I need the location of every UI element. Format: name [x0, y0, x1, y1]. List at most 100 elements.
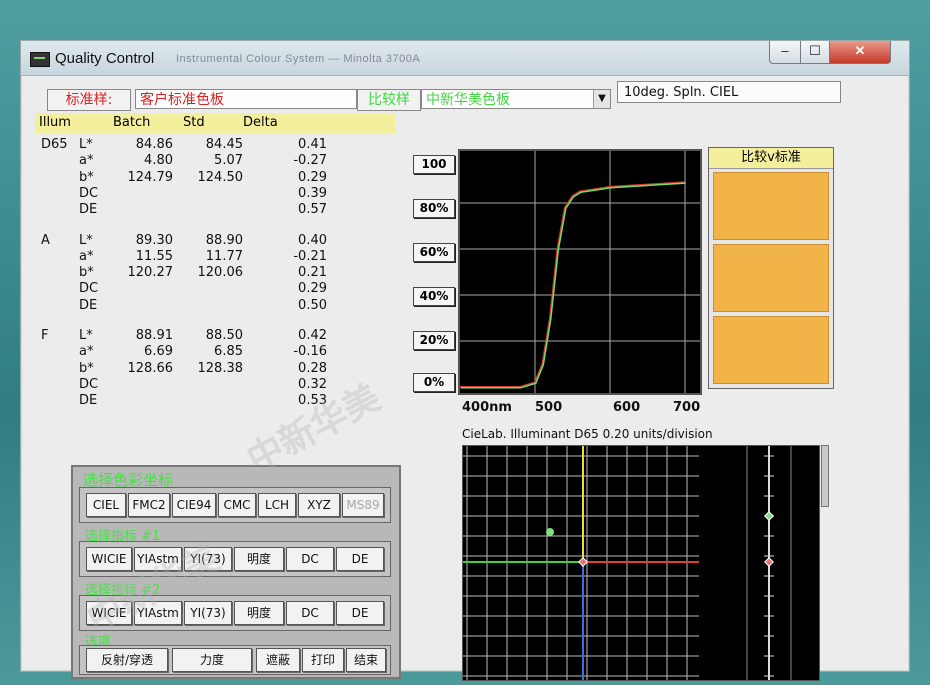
standard-value-field[interactable]: 客户标准色板	[135, 89, 357, 109]
table-cell-param: L*	[79, 137, 93, 152]
index1-group: WICIE YIAstm YI(73) 明度 DC DE	[79, 541, 391, 577]
color-space-ms89-button[interactable]: MS89	[342, 493, 384, 517]
illuminant-label: F	[41, 328, 49, 343]
table-cell-param: a*	[79, 248, 94, 264]
strength-button[interactable]: 力度	[172, 648, 252, 672]
exit-button[interactable]: 结束	[346, 648, 386, 672]
table-cell-delta: -0.16	[293, 344, 327, 360]
index2-yi73-button[interactable]: YI(73)	[184, 601, 232, 625]
close-button[interactable]: ✕	[829, 41, 891, 64]
table-cell-param: DC	[79, 376, 99, 392]
client-area: 标准样: 客户标准色板 比较样 中新华美色板 ▼ 10deg. Spln. CI…	[25, 77, 905, 681]
table-cell-param: b*	[79, 360, 94, 376]
standard-point-marker	[578, 557, 588, 567]
standard-lightness-marker	[764, 557, 774, 567]
table-cell-batch: 128.66	[127, 360, 174, 376]
y-scale-button-20[interactable]: 20%	[413, 331, 455, 350]
color-space-xyz-button[interactable]: XYZ	[298, 493, 340, 517]
dropdown-arrow-icon[interactable]: ▼	[593, 90, 610, 108]
title-bar[interactable]: Quality Control Instrumental Colour Syst…	[21, 41, 909, 76]
table-cell-delta: -0.27	[293, 153, 327, 169]
index1-dc-button[interactable]: DC	[286, 547, 334, 571]
compare-select[interactable]: 中新华美色板 ▼	[421, 89, 611, 109]
index1-yiastm-button[interactable]: YIAstm	[134, 547, 182, 571]
spectral-chart-svg	[460, 151, 700, 393]
table-cell-param: b*	[79, 169, 94, 185]
x-label-500: 500	[535, 400, 563, 415]
table-cell-param: DE	[79, 393, 98, 409]
cielab-plot-svg	[463, 446, 792, 680]
table-header: Illum Batch Std Delta	[35, 113, 395, 133]
table-cell-param: DC	[79, 281, 99, 297]
reflect-transmit-button[interactable]: 反射/穿透	[86, 648, 168, 672]
table-cell-delta: 0.50	[298, 297, 327, 313]
index1-yi73-button[interactable]: YI(73)	[184, 547, 232, 571]
table-cell-std: 5.07	[214, 153, 243, 169]
color-space-lch-button[interactable]: LCH	[258, 493, 296, 517]
x-label-700: 700	[673, 400, 701, 415]
table-cell-delta: 0.42	[298, 328, 327, 343]
index2-wicie-button[interactable]: WICIE	[86, 601, 132, 625]
options-group: 反射/穿透 力度 遮蔽 打印 结束	[79, 645, 391, 675]
table-cell-delta: 0.57	[298, 202, 327, 218]
table-cell-param: b*	[79, 265, 94, 281]
table-cell-std: 6.85	[214, 344, 243, 360]
table-cell-batch: 124.79	[127, 169, 174, 185]
table-cell-delta: 0.41	[298, 137, 327, 152]
plot-scrollbar[interactable]	[821, 445, 829, 507]
table-cell-param: DE	[79, 297, 98, 313]
table-cell-batch: 6.69	[144, 344, 173, 360]
table-cell-delta: 0.29	[298, 281, 327, 297]
color-space-cie94-button[interactable]: CIE94	[172, 493, 216, 517]
batch-reflectance-curve	[460, 182, 686, 389]
cie-plot-caption: CieLab. Illuminant D65 0.20 units/divisi…	[462, 427, 713, 441]
table-cell-param: DE	[79, 202, 98, 218]
table-cell-batch: 4.80	[144, 153, 173, 169]
table-cell-delta: 0.40	[298, 232, 327, 248]
minimize-button[interactable]: –	[769, 41, 801, 64]
illuminant-field[interactable]: 10deg. Spln. CIEL	[617, 81, 841, 103]
illuminant-label: D65	[41, 137, 68, 152]
control-panel: 选择色彩坐标 CIEL FMC2 CIE94 CMC LCH XYZ MS89 …	[71, 465, 401, 679]
table-cell-delta: 0.21	[298, 265, 327, 281]
maximize-button[interactable]: ☐	[800, 41, 830, 64]
table-cell-delta: 0.53	[298, 393, 327, 409]
index1-lightness-button[interactable]: 明度	[234, 547, 284, 571]
index1-de-button[interactable]: DE	[336, 547, 384, 571]
index2-de-button[interactable]: DE	[336, 601, 384, 625]
table-cell-std: 128.38	[197, 360, 244, 376]
table-cell-param: a*	[79, 153, 94, 169]
index2-dc-button[interactable]: DC	[286, 601, 334, 625]
color-swatch-top	[713, 172, 829, 240]
color-space-cmc-button[interactable]: CMC	[218, 493, 256, 517]
compare-swatch-panel: 比较v标准	[708, 147, 834, 389]
y-scale-button-80[interactable]: 80%	[413, 199, 455, 218]
app-icon	[30, 52, 50, 67]
table-cell-delta: 0.28	[298, 360, 327, 376]
color-space-ciel-button[interactable]: CIEL	[86, 493, 126, 517]
illuminant-label: A	[41, 232, 50, 248]
window-subtitle: Instrumental Colour System — Minolta 370…	[176, 53, 421, 65]
index2-lightness-button[interactable]: 明度	[234, 601, 284, 625]
color-space-fmc2-button[interactable]: FMC2	[128, 493, 170, 517]
y-scale-button-40[interactable]: 40%	[413, 287, 455, 306]
window-title: Quality Control	[55, 50, 155, 67]
table-cell-param: a*	[79, 344, 94, 360]
index1-wicie-button[interactable]: WICIE	[86, 547, 132, 571]
table-cell-param: DC	[79, 185, 99, 201]
index2-yiastm-button[interactable]: YIAstm	[134, 601, 182, 625]
color-swatch-bottom	[713, 316, 829, 384]
y-scale-button-60[interactable]: 60%	[413, 243, 455, 262]
table-cell-batch: 89.30	[135, 232, 173, 248]
color-space-group: CIEL FMC2 CIE94 CMC LCH XYZ MS89	[79, 487, 391, 523]
table-cell-param: L*	[79, 328, 93, 343]
y-scale-button-100[interactable]: 100	[413, 155, 455, 174]
y-scale-button-0[interactable]: 0%	[413, 373, 455, 392]
colour-difference-table: D65 L* 84.86 84.45 0.41 a* 4.80 5.07 -0.27 b* 124.…	[35, 137, 395, 467]
hiding-button[interactable]: 遮蔽	[256, 648, 300, 672]
print-button[interactable]: 打印	[302, 648, 344, 672]
index2-group: WICIE YIAstm YI(73) 明度 DC DE	[79, 595, 391, 631]
col-illum: Illum	[39, 115, 71, 130]
table-cell-param: L*	[79, 232, 93, 248]
table-cell-delta: -0.21	[293, 248, 327, 264]
